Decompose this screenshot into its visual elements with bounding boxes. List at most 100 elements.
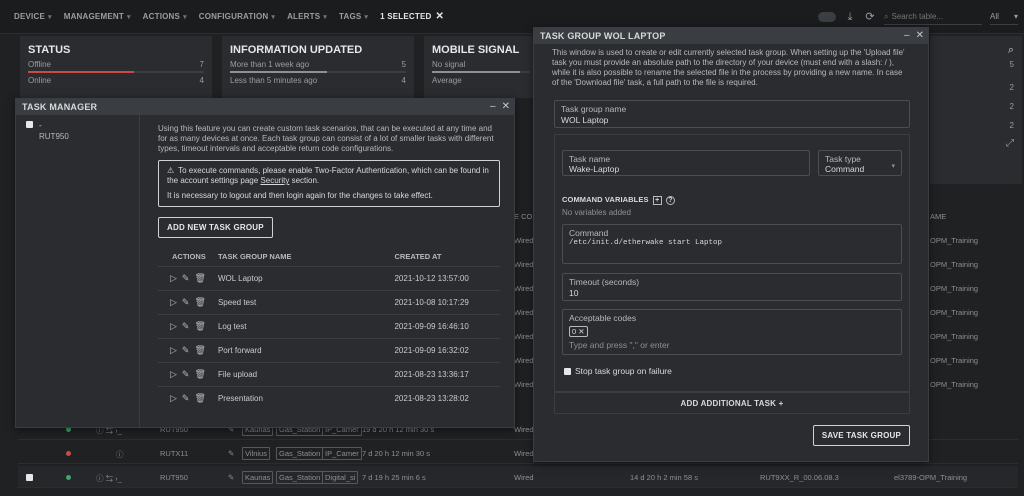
conn-cell: Wired [514, 260, 534, 269]
close-icon[interactable]: ✕ [502, 101, 510, 112]
task-group-name-field[interactable]: Task group name WOL Laptop [554, 100, 910, 128]
help-icon[interactable]: ? [665, 195, 675, 205]
edit-icon[interactable]: ✎ [182, 273, 190, 284]
row-checkbox[interactable] [26, 474, 33, 481]
window-title: TASK GROUP WOL LAPTOP [534, 28, 928, 44]
table-row[interactable]: ▷ ✎ 🗑 Port forward 2021-09-09 16:32:02 [158, 338, 500, 362]
chevron-down-icon: ▾ [1013, 12, 1018, 21]
conn-cell: Wired [514, 332, 534, 341]
play-icon[interactable]: ▷ [170, 297, 177, 308]
trash-icon[interactable]: 🗑 [194, 273, 205, 284]
chevron-down-icon: ▾ [364, 13, 369, 21]
device-list-item[interactable]: - RUT950 [26, 121, 69, 141]
group-cell: OPM_Training [930, 356, 979, 365]
edit-icon[interactable]: ✎ [182, 297, 190, 308]
stop-on-failure-checkbox[interactable] [564, 367, 571, 375]
status-dot [66, 451, 71, 456]
security-link[interactable]: Security [260, 176, 289, 185]
group-cell: OPM_Training [930, 308, 979, 317]
device-list: - RUT950 [16, 115, 140, 427]
expand-icon[interactable]: ⤢ [938, 138, 1014, 149]
card-row: No signal [432, 60, 466, 69]
conn-cell: Wired [514, 308, 534, 317]
clear-selection-icon[interactable]: ✕ [435, 11, 444, 22]
task-group-table: ACTIONS TASK GROUP NAME CREATED AT ▷ ✎ 🗑 W… [158, 252, 500, 410]
table-row-selected[interactable]: ⓘ ⇆ ›_ RUT950 ✎ Kaunas Gas_Station Digit… [18, 466, 1018, 488]
search-icon[interactable]: ⌕ [938, 44, 1014, 57]
table-row[interactable]: ▷ ✎ 🗑 WOL Laptop 2021-10-12 13:57:00 [158, 266, 500, 290]
add-variable-icon[interactable]: + [652, 195, 662, 205]
task-group-window: TASK GROUP WOL LAPTOP – ✕ This window is… [533, 27, 929, 462]
trash-icon[interactable]: 🗑 [194, 321, 205, 332]
timeout-field[interactable]: Timeout (seconds) 10 [562, 273, 902, 301]
offline-bar [28, 71, 204, 73]
refresh-icon[interactable]: ⟳ [864, 11, 876, 23]
nav-configuration[interactable]: CONFIGURATION ▾ [199, 12, 275, 21]
conn-cell: Wired [514, 356, 534, 365]
download-icon[interactable]: ⤓ [844, 11, 856, 23]
edit-icon[interactable]: ✎ [182, 369, 190, 380]
nav-tags[interactable]: TAGS ▾ [339, 12, 368, 21]
card-row: Offline 7 [28, 60, 204, 69]
tag-icon: ✎ [228, 473, 235, 482]
edit-icon[interactable]: ✎ [182, 345, 190, 356]
minimize-icon[interactable]: – [490, 101, 496, 112]
info-updated-card: INFORMATION UPDATED More than 1 week ago… [222, 36, 414, 98]
edit-icon[interactable]: ✎ [182, 321, 190, 332]
task-manager-window: TASK MANAGER – ✕ - RUT950 Using this fea… [15, 98, 515, 428]
chevron-down-icon: ▾ [891, 163, 895, 170]
status-card: STATUS Offline 7 Online 4 [20, 36, 212, 98]
add-task-group-button[interactable]: ADD NEW TASK GROUP [158, 217, 273, 238]
window-title: TASK MANAGER [16, 99, 514, 115]
intro-text: This window is used to create or edit cu… [552, 48, 905, 87]
right-panel: ⌕ 5 2 2 2 ⤢ [930, 36, 1022, 184]
minimize-icon[interactable]: – [904, 30, 910, 41]
conn-cell: Wired [514, 236, 534, 245]
close-icon[interactable]: ✕ [916, 30, 924, 41]
remove-chip-icon[interactable]: ✕ [578, 327, 584, 336]
code-chip[interactable]: 0 ✕ [569, 326, 588, 337]
search-input[interactable] [891, 12, 972, 21]
nav-management[interactable]: MANAGEMENT ▾ [64, 12, 131, 21]
save-task-group-button[interactable]: SAVE TASK GROUP [812, 425, 910, 446]
group-cell: OPM_Training [930, 284, 979, 293]
status-dot [66, 475, 71, 480]
task-group-content: This window is used to create or edit cu… [552, 48, 910, 88]
nav-device[interactable]: DEVICE ▾ [14, 12, 52, 21]
table-row[interactable]: ▷ ✎ 🗑 File upload 2021-08-23 13:36:17 [158, 362, 500, 386]
card-title: STATUS [28, 44, 71, 56]
nav-actions[interactable]: ACTIONS ▾ [143, 12, 187, 21]
table-row[interactable]: ▷ ✎ 🗑 Speed test 2021-10-08 10:17:29 [158, 290, 500, 314]
play-icon[interactable]: ▷ [170, 345, 177, 356]
acceptable-codes-field[interactable]: Acceptable codes 0 ✕ Type and press "," … [562, 309, 902, 355]
play-icon[interactable]: ▷ [170, 273, 177, 284]
trash-icon[interactable]: 🗑 [194, 345, 205, 356]
tag-icon: ✎ [228, 449, 235, 458]
device-checkbox[interactable] [26, 121, 33, 128]
row-action-icons[interactable]: ⓘ ⇆ ›_ [96, 473, 122, 484]
chevron-down-icon: ▾ [126, 13, 131, 21]
add-additional-task-button[interactable]: ADD ADDITIONAL TASK + [554, 392, 910, 414]
trash-icon[interactable]: 🗑 [194, 369, 205, 380]
task-type-select[interactable]: Task type Command ▾ [818, 150, 902, 176]
trash-icon[interactable]: 🗑 [194, 393, 205, 404]
group-cell: OPM_Training [930, 380, 979, 389]
nav-alerts[interactable]: ALERTS ▾ [287, 12, 327, 21]
table-search: ⌕ [884, 9, 982, 25]
table-row[interactable]: ▷ ✎ 🗑 Presentation 2021-08-23 13:28:02 [158, 386, 500, 410]
task-name-field[interactable]: Task name Wake-Laptop [562, 150, 810, 176]
play-icon[interactable]: ▷ [170, 321, 177, 332]
filter-select[interactable]: All ▾ [990, 9, 1018, 25]
command-field[interactable]: Command /etc/init.d/etherwake start Lapt… [562, 224, 902, 264]
view-toggle[interactable] [818, 12, 836, 22]
table-row[interactable]: ▷ ✎ 🗑 Log test 2021-09-09 16:46:10 [158, 314, 500, 338]
table-header: ACTIONS TASK GROUP NAME CREATED AT [172, 252, 442, 261]
stop-on-failure[interactable]: Stop task group on failure [564, 366, 672, 376]
play-icon[interactable]: ▷ [170, 393, 177, 404]
edit-icon[interactable]: ✎ [182, 393, 190, 404]
trash-icon[interactable]: 🗑 [194, 297, 205, 308]
card-title: MOBILE SIGNAL [432, 44, 520, 56]
info-icon[interactable]: ⓘ [116, 449, 124, 460]
play-icon[interactable]: ▷ [170, 369, 177, 380]
warning-icon: ⚠ [167, 166, 175, 175]
